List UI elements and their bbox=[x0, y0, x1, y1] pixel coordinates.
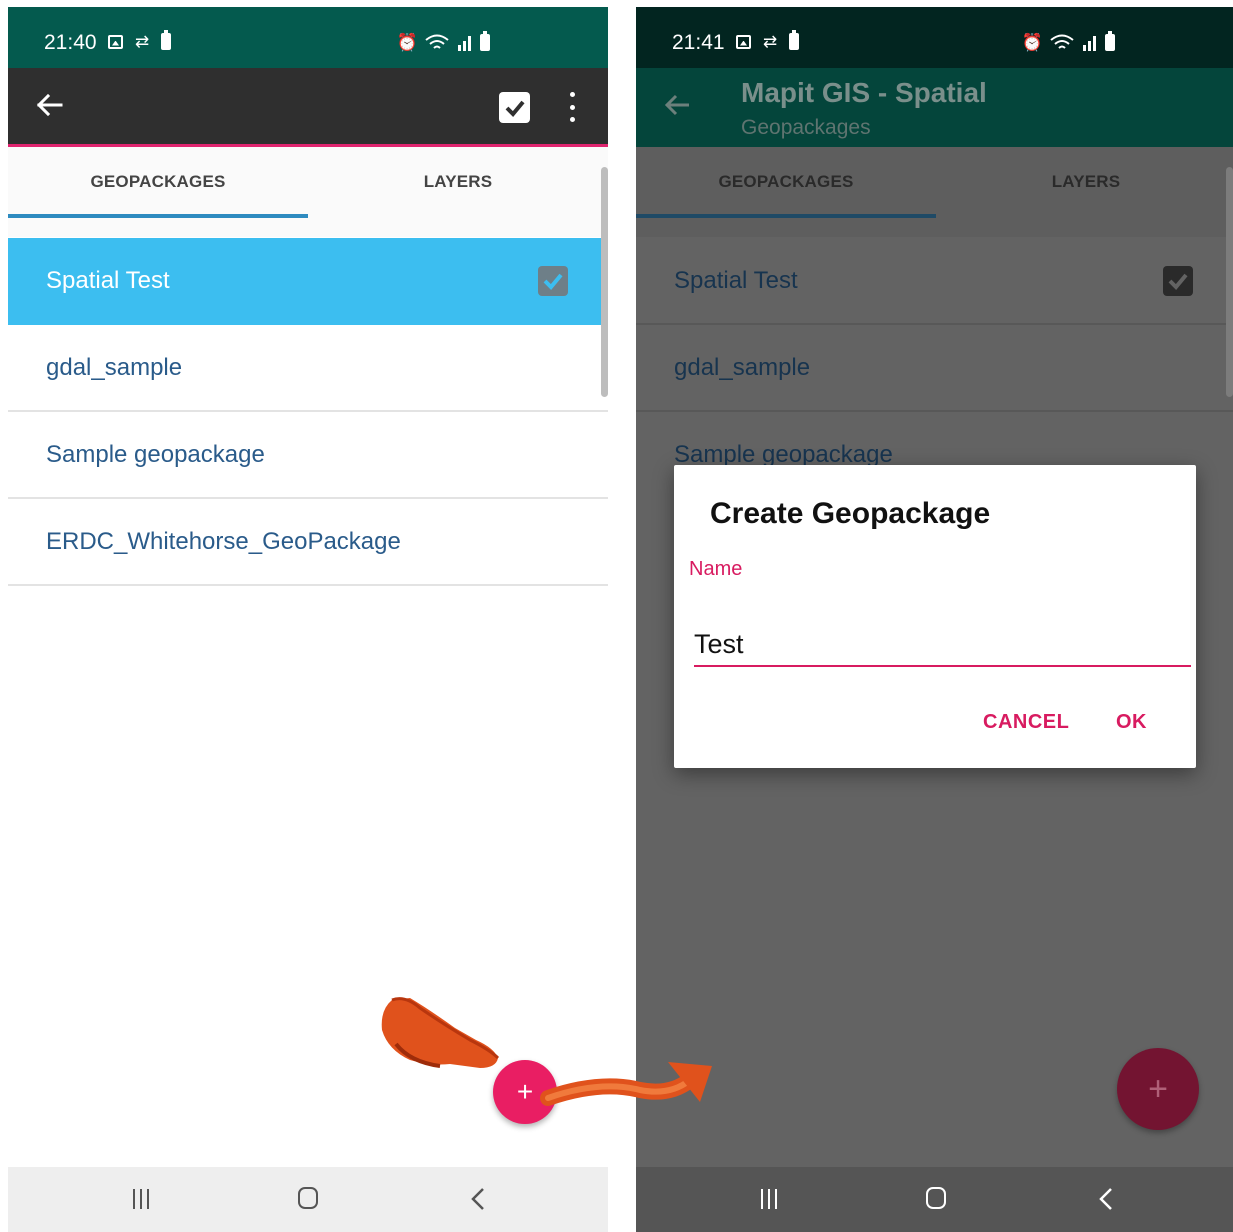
alarm-icon: ⏰ bbox=[1021, 32, 1043, 52]
system-nav-bar bbox=[8, 1167, 608, 1232]
battery-small-icon bbox=[161, 30, 172, 50]
wifi-icon bbox=[425, 34, 449, 49]
list-item-label: gdal_sample bbox=[46, 353, 183, 381]
select-all-checkbox-button[interactable] bbox=[499, 92, 530, 123]
tab-bar: GEOPACKAGES LAYERS bbox=[8, 147, 608, 237]
status-time: 21:40 bbox=[44, 31, 97, 54]
gallery-icon bbox=[108, 34, 123, 49]
check-icon bbox=[543, 273, 563, 290]
scrollbar[interactable] bbox=[601, 167, 608, 397]
ok-button[interactable]: OK bbox=[1116, 711, 1147, 734]
app-toolbar bbox=[8, 68, 608, 147]
list-item-label: gdal_sample bbox=[674, 353, 811, 381]
home-icon[interactable] bbox=[926, 1187, 946, 1209]
status-bar: 21:40 ⇄ ⏰ bbox=[8, 7, 608, 68]
screen-before: 21:40 ⇄ ⏰ GEOPACKAGES LAYERS Spatial Tes… bbox=[8, 7, 608, 1232]
add-geopackage-button[interactable]: + bbox=[493, 1060, 557, 1124]
list-item-label: Spatial Test bbox=[46, 266, 170, 294]
name-input[interactable] bbox=[694, 623, 1191, 667]
divider bbox=[608, 0, 636, 1232]
tab-indicator bbox=[8, 214, 308, 218]
nav-back-icon[interactable] bbox=[1094, 1185, 1118, 1213]
signal-icon bbox=[1083, 36, 1096, 51]
check-icon bbox=[1168, 273, 1188, 290]
check-icon bbox=[505, 100, 525, 117]
app-toolbar: Mapit GIS - Spatial Geopackages bbox=[636, 68, 1233, 147]
app-subtitle: Geopackages bbox=[741, 116, 871, 139]
tab-bar: GEOPACKAGES LAYERS bbox=[636, 147, 1233, 237]
list-item-label: Sample geopackage bbox=[46, 440, 265, 468]
dialog-title: Create Geopackage bbox=[710, 497, 991, 530]
screen-after: 21:41 ⇄ ⏰ Mapit GIS - Spatial Geopackage… bbox=[636, 7, 1233, 1232]
list-item[interactable]: Spatial Test bbox=[636, 238, 1233, 325]
scrollbar[interactable] bbox=[1226, 167, 1233, 397]
create-geopackage-dialog: Create Geopackage Name CANCEL OK bbox=[674, 465, 1196, 768]
tab-indicator bbox=[636, 214, 936, 218]
battery-icon bbox=[480, 30, 490, 51]
list-item[interactable]: Sample geopackage bbox=[8, 412, 608, 499]
gallery-icon bbox=[736, 34, 751, 49]
name-field-label: Name bbox=[689, 558, 743, 580]
item-checkbox[interactable] bbox=[538, 266, 568, 296]
item-checkbox[interactable] bbox=[1163, 266, 1193, 296]
status-time: 21:41 bbox=[672, 31, 725, 54]
tab-layers[interactable]: LAYERS bbox=[936, 147, 1233, 217]
battery-small-icon bbox=[789, 30, 800, 50]
alarm-icon: ⏰ bbox=[396, 32, 418, 52]
list-item[interactable]: gdal_sample bbox=[636, 325, 1233, 412]
geopackage-list: Spatial Test gdal_sample Sample geopacka… bbox=[8, 238, 608, 586]
sync-icon: ⇄ bbox=[763, 32, 778, 51]
back-arrow-icon[interactable] bbox=[34, 90, 64, 120]
list-item[interactable]: gdal_sample bbox=[8, 325, 608, 412]
recents-icon[interactable] bbox=[761, 1189, 777, 1209]
tab-geopackages[interactable]: GEOPACKAGES bbox=[636, 147, 936, 217]
tab-geopackages[interactable]: GEOPACKAGES bbox=[8, 147, 308, 217]
system-nav-bar bbox=[636, 1167, 1233, 1232]
list-item[interactable]: ERDC_Whitehorse_GeoPackage bbox=[8, 499, 608, 586]
nav-back-icon[interactable] bbox=[466, 1185, 490, 1213]
add-geopackage-button[interactable]: + bbox=[1117, 1048, 1199, 1130]
more-options-icon[interactable] bbox=[568, 92, 576, 122]
cancel-button[interactable]: CANCEL bbox=[983, 711, 1069, 734]
geopackage-list: Spatial Test gdal_sample Sample geopacka… bbox=[636, 238, 1233, 497]
list-item[interactable]: Spatial Test bbox=[8, 238, 608, 325]
wifi-icon bbox=[1050, 34, 1074, 49]
home-icon[interactable] bbox=[298, 1187, 318, 1209]
back-arrow-icon[interactable] bbox=[662, 90, 692, 120]
tab-layers[interactable]: LAYERS bbox=[308, 147, 608, 217]
sync-icon: ⇄ bbox=[135, 32, 150, 51]
app-title: Mapit GIS - Spatial bbox=[741, 77, 987, 108]
recents-icon[interactable] bbox=[133, 1189, 149, 1209]
list-item-label: Spatial Test bbox=[674, 266, 798, 294]
list-item-label: ERDC_Whitehorse_GeoPackage bbox=[46, 527, 401, 555]
battery-icon bbox=[1105, 30, 1115, 51]
status-bar: 21:41 ⇄ ⏰ bbox=[636, 7, 1233, 68]
signal-icon bbox=[458, 36, 471, 51]
